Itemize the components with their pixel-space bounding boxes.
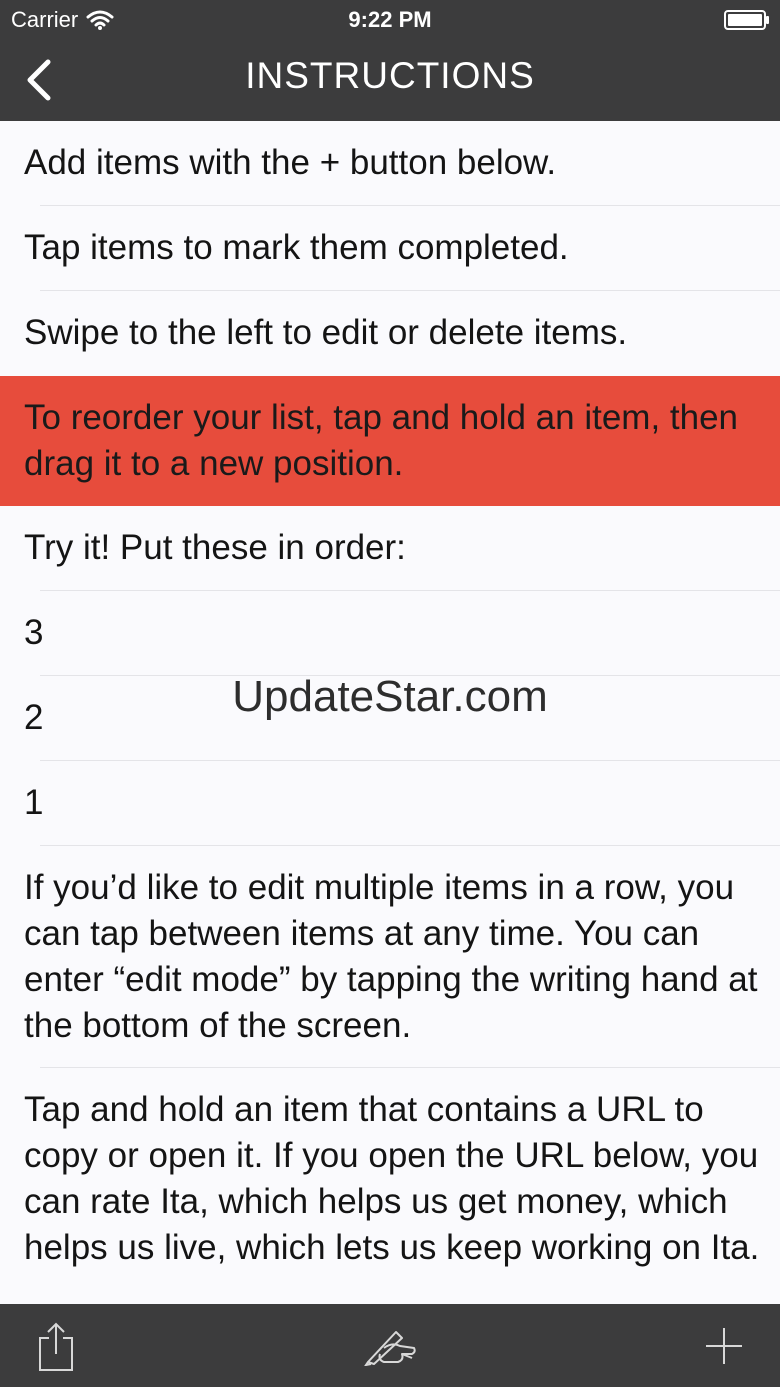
share-button[interactable] <box>26 1316 86 1376</box>
list-item-text: Add items with the + button below. <box>24 143 557 182</box>
writing-hand-icon <box>364 1331 416 1366</box>
list-item[interactable]: Swipe to the left to edit or delete item… <box>0 291 780 376</box>
top-bar: Carrier 9:22 PM INSTRUCTIONS <box>0 0 780 121</box>
list-item-text: Try it! Put these in order: <box>24 528 406 567</box>
edit-mode-button[interactable] <box>360 1316 420 1376</box>
bottom-toolbar <box>0 1304 780 1387</box>
list-item-text: Tap and hold an item that contains a URL… <box>24 1090 760 1267</box>
list-item[interactable]: Add items with the + button below. <box>0 121 780 206</box>
navigation-bar: INSTRUCTIONS <box>0 40 780 121</box>
list-item-text: Swipe to the left to edit or delete item… <box>24 313 628 352</box>
instruction-list: Add items with the + button below. Tap i… <box>0 121 780 1304</box>
list-item[interactable]: 1 <box>0 761 780 846</box>
list-item[interactable]: Try it! Put these in order: <box>0 506 780 591</box>
list-item-text: 2 <box>24 698 44 737</box>
list-item-text: Tap items to mark them completed. <box>24 228 569 267</box>
list-item[interactable]: If you’d like to edit multiple items in … <box>0 846 780 1068</box>
list-item-highlighted[interactable]: To reorder your list, tap and hold an it… <box>0 376 780 506</box>
list-item[interactable]: 2 <box>0 676 780 761</box>
battery-icon <box>724 10 769 30</box>
list-item[interactable]: Tap and hold an item that contains a URL… <box>0 1068 780 1304</box>
plus-icon <box>706 1328 742 1364</box>
share-icon <box>39 1322 73 1371</box>
app-screen: Carrier 9:22 PM INSTRUCTIONS Add items w… <box>0 0 780 1387</box>
status-time: 9:22 PM <box>348 7 432 32</box>
status-bar: Carrier 9:22 PM <box>0 0 780 40</box>
list-item[interactable]: Tap items to mark them completed. <box>0 206 780 291</box>
list-item-text: If you’d like to edit multiple items in … <box>24 868 758 1045</box>
list-item-text: To reorder your list, tap and hold an it… <box>24 398 739 483</box>
add-item-button[interactable] <box>694 1316 754 1376</box>
page-title: INSTRUCTIONS <box>245 55 535 96</box>
list-item[interactable]: 3 <box>0 591 780 676</box>
list-item-text: 1 <box>24 783 44 822</box>
list-item-text: 3 <box>24 613 44 652</box>
